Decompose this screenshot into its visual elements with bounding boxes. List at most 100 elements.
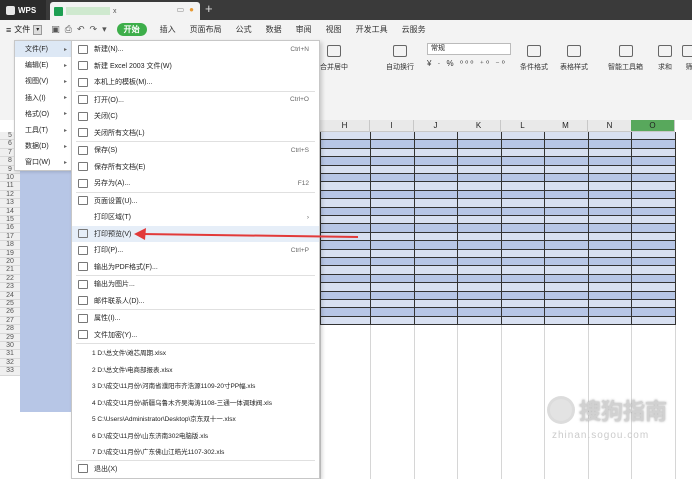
column-header-N[interactable]: N [588, 120, 632, 132]
table-row[interactable] [320, 199, 675, 208]
wps-logo[interactable]: WPS [0, 0, 46, 20]
row-number[interactable]: 17 [0, 232, 20, 242]
tab-7[interactable]: 云服务 [395, 24, 433, 35]
tab-start[interactable]: 开始 [116, 23, 147, 36]
file-menu-button[interactable]: ≡ 文件 ▾ [0, 20, 48, 39]
table-row[interactable] [320, 291, 675, 300]
table-row[interactable] [320, 157, 675, 166]
redo-icon[interactable]: ↷ [90, 24, 98, 35]
row-number[interactable]: 13 [0, 199, 20, 208]
undo-icon[interactable]: ↶ [77, 24, 85, 35]
menu-item-4[interactable]: 关闭(C) [72, 108, 319, 125]
row-number[interactable]: 15 [0, 216, 20, 225]
table-row[interactable] [320, 241, 675, 250]
row-number[interactable]: 22 [0, 274, 20, 284]
menu-item-17[interactable]: 文件加密(Y)... [72, 327, 319, 344]
wrap-text-button[interactable]: 自动换行 [386, 42, 414, 72]
menu-item-9[interactable]: 页面设置(U)... [72, 193, 319, 210]
menu-item-15[interactable]: 邮件联系人(D)... [72, 293, 319, 310]
filter-button[interactable]: 筛 [682, 42, 692, 72]
menu-item-5[interactable]: 关闭所有文档(L) [72, 125, 319, 142]
row-number[interactable]: 32 [0, 358, 20, 368]
menu-item-13[interactable]: 输出为PDF格式(F)... [72, 259, 319, 276]
column-header-M[interactable]: M [544, 120, 588, 132]
chevron-down-icon[interactable]: ▾ [33, 24, 43, 35]
number-format-select[interactable]: 常规 [427, 43, 511, 55]
row-number[interactable]: 24 [0, 291, 20, 300]
add-tab-button[interactable]: + [205, 1, 213, 16]
row-number[interactable]: 33 [0, 367, 20, 376]
row-number[interactable]: 11 [0, 182, 20, 191]
row-number[interactable]: 29 [0, 333, 20, 342]
table-row[interactable] [320, 308, 675, 317]
menu-item-1[interactable]: 新建 Excel 2003 文件(W) [72, 58, 319, 75]
menu-category-0[interactable]: 文件(F) ▸ [15, 41, 71, 58]
tab-3[interactable]: 数据 [259, 24, 289, 35]
menu-item-3[interactable]: 打开(O)... Ctrl+O [72, 92, 319, 109]
menu-category-6[interactable]: 数据(D) ▸ [15, 138, 71, 154]
row-number[interactable]: 26 [0, 308, 20, 317]
table-row[interactable] [320, 274, 675, 284]
recent-file-2[interactable]: 2 D:\总文件\电商部报表.xlsx [72, 361, 319, 378]
table-row[interactable] [320, 283, 675, 292]
tab-0[interactable]: 插入 [153, 24, 183, 35]
table-row[interactable] [320, 266, 675, 275]
row-number[interactable]: 30 [0, 342, 20, 351]
table-row[interactable] [320, 165, 675, 174]
tab-1[interactable]: 页面布局 [183, 24, 229, 35]
menu-item-8[interactable]: 另存为(A)... F12 [72, 175, 319, 192]
table-style-button[interactable]: 表格样式 [560, 42, 588, 72]
smart-toolbox-button[interactable]: 智能工具箱 [608, 42, 643, 72]
row-number[interactable]: 19 [0, 249, 20, 258]
menu-item-6[interactable]: 保存(S) Ctrl+S [72, 142, 319, 159]
menu-item-7[interactable]: 保存所有文档(E) [72, 159, 319, 176]
recent-file-7[interactable]: 7 D:\成交\11月份\广东佛山江皓光1107-302.xls [72, 443, 319, 460]
table-row[interactable] [320, 207, 675, 216]
table-row[interactable] [320, 316, 675, 326]
conditional-format-button[interactable]: 条件格式 [520, 42, 548, 72]
table-row[interactable] [320, 174, 675, 183]
table-row[interactable] [320, 182, 675, 191]
more-icon[interactable]: ▾ [102, 24, 107, 35]
tab-5[interactable]: 视图 [319, 24, 349, 35]
menu-item-10[interactable]: 打印区域(T) › [72, 209, 319, 226]
column-header-O[interactable]: O [631, 120, 675, 132]
menu-item-2[interactable]: 本机上的模板(M)... [72, 74, 319, 91]
recent-file-1[interactable]: 1 D:\总文件\滩芯周期.xlsx [72, 344, 319, 361]
recent-file-4[interactable]: 4 D:\成交\11月份\新疆乌鲁木齐吴海涛1108-三通一体调球阀.xls [72, 394, 319, 411]
save-icon[interactable]: ▣ [51, 24, 60, 35]
table-row[interactable] [320, 224, 675, 233]
column-header-H[interactable]: H [320, 120, 370, 132]
table-row[interactable] [320, 249, 675, 258]
menu-item-12[interactable]: 打印(P)... Ctrl+P [72, 242, 319, 259]
column-header-J[interactable]: J [414, 120, 458, 132]
menu-category-2[interactable]: 视图(V) ▸ [15, 73, 71, 89]
row-number[interactable]: 27 [0, 316, 20, 326]
recent-file-3[interactable]: 3 D:\成交\11月份\河南省濮阳市齐浩源1109-20寸PP幅.xls [72, 377, 319, 394]
monitor-icon[interactable]: ▭ [177, 5, 185, 14]
table-row[interactable] [320, 258, 675, 267]
tab-6[interactable]: 开发工具 [349, 24, 395, 35]
row-number[interactable]: 23 [0, 283, 20, 292]
menu-category-3[interactable]: 插入(I) ▸ [15, 90, 71, 106]
number-format-icons[interactable]: ¥ · % ⁰⁰⁰ ⁺⁰ ⁻⁰ [427, 59, 507, 68]
menu-category-7[interactable]: 窗口(W) ▸ [15, 154, 71, 170]
menu-category-1[interactable]: 编辑(E) ▸ [15, 57, 71, 73]
table-row[interactable] [320, 216, 675, 225]
row-number[interactable]: 12 [0, 190, 20, 200]
recent-file-6[interactable]: 6 D:\成交\11月份\山东济南302电脑版.xls [72, 427, 319, 444]
menu-item-0[interactable]: 新建(N)... Ctrl+N [72, 41, 319, 58]
merge-center-button[interactable]: 合并居中 [320, 42, 348, 72]
sum-button[interactable]: 求和 [658, 42, 672, 72]
tab-2[interactable]: 公式 [229, 24, 259, 35]
recent-file-5[interactable]: 5 C:\Users\Administrator\Desktop\京东双十一.x… [72, 410, 319, 427]
menu-item-14[interactable]: 输出为图片... [72, 276, 319, 293]
column-header-I[interactable]: I [370, 120, 414, 132]
tab-4[interactable]: 审阅 [289, 24, 319, 35]
row-number[interactable]: 10 [0, 174, 20, 183]
menu-item-16[interactable]: 属性(I)... [72, 310, 319, 327]
row-number[interactable]: 16 [0, 224, 20, 233]
table-row[interactable] [320, 132, 675, 141]
table-row[interactable] [320, 190, 675, 200]
row-number[interactable]: 21 [0, 266, 20, 275]
